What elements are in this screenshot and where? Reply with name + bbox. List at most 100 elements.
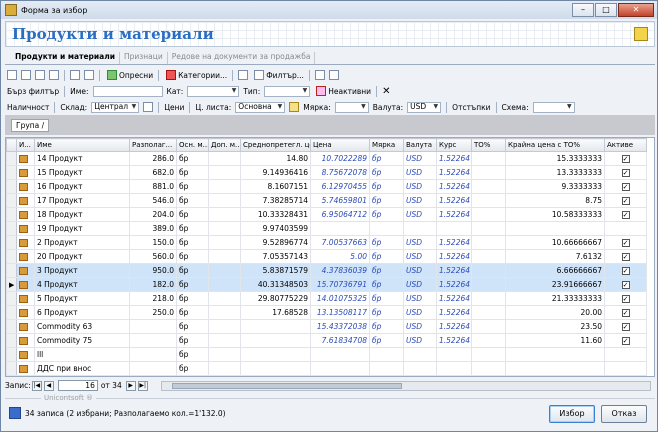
export-icon[interactable] bbox=[328, 70, 339, 80]
active-checkbox[interactable]: ✓ bbox=[621, 211, 630, 219]
active-checkbox[interactable]: ✓ bbox=[621, 309, 630, 317]
table-row[interactable]: Commodity 75 бр 7.61834708 бр USD 1.52264 11.6… bbox=[6, 333, 647, 348]
currency-cell bbox=[403, 347, 437, 362]
column-header[interactable]: ТО% bbox=[471, 138, 506, 152]
record-number-input[interactable]: 16 bbox=[57, 380, 98, 391]
column-header[interactable]: Среднопретегл. цена bbox=[240, 138, 311, 152]
table-row[interactable]: lll бр bbox=[6, 347, 647, 362]
column-header[interactable]: Осн. м... bbox=[176, 138, 209, 152]
prev-record-button[interactable]: ◀ bbox=[43, 380, 54, 391]
open-icon[interactable] bbox=[21, 70, 31, 80]
scrollbar-thumb[interactable] bbox=[172, 383, 402, 389]
row-icon-cell bbox=[16, 193, 35, 208]
table-row[interactable]: 19 Продукт 389.0 бр 9.97403599 bbox=[6, 221, 647, 236]
toolbar-separator bbox=[158, 101, 160, 113]
column-header[interactable]: Валута bbox=[403, 138, 437, 152]
active-checkbox[interactable]: ✓ bbox=[621, 239, 630, 247]
refresh-button[interactable]: Опресни bbox=[105, 70, 153, 80]
rate-cell bbox=[436, 361, 472, 376]
erase-icon[interactable] bbox=[49, 70, 59, 80]
first-record-button[interactable]: |◀ bbox=[31, 380, 42, 391]
table-row[interactable]: 15 Продукт 682.0 бр 9.14936416 8.75672078 бр U… bbox=[6, 165, 647, 180]
measure-select[interactable]: ▼ bbox=[334, 101, 369, 113]
active-checkbox[interactable]: ✓ bbox=[621, 281, 630, 289]
column-header[interactable]: Курс bbox=[436, 138, 472, 152]
category-select[interactable]: ▼ bbox=[187, 85, 240, 97]
column-header[interactable]: Име bbox=[34, 138, 130, 152]
group-panel[interactable]: Група / bbox=[5, 115, 655, 135]
print-icon[interactable] bbox=[70, 70, 80, 80]
next-record-button[interactable]: ▶ bbox=[125, 380, 136, 391]
table-row[interactable]: 18 Продукт 204.0 бр 10.33328431 6.95064712 бр… bbox=[6, 207, 647, 222]
row-indicator bbox=[6, 291, 17, 306]
products-grid[interactable]: И... Име Разполаг... Осн. м... Доп. м...… bbox=[5, 137, 655, 377]
active-cell: ✓ bbox=[604, 193, 647, 208]
warehouse-settings-icon[interactable] bbox=[143, 102, 154, 112]
active-checkbox[interactable]: ✓ bbox=[621, 337, 630, 345]
active-checkbox[interactable]: ✓ bbox=[621, 155, 630, 163]
inactive-toggle[interactable]: Неактивни bbox=[314, 86, 371, 96]
table-row[interactable]: 16 Продукт 881.0 бр 8.1607151 6.12970455 бр US… bbox=[6, 179, 647, 194]
filter-button[interactable]: Филтър... bbox=[252, 70, 304, 80]
print-preview-icon[interactable] bbox=[84, 70, 94, 80]
column-header[interactable]: Цена bbox=[310, 138, 370, 152]
scheme-select[interactable]: ▼ bbox=[532, 101, 575, 113]
select-button[interactable]: Избор bbox=[549, 405, 595, 423]
new-icon[interactable] bbox=[7, 70, 17, 80]
last-record-button[interactable]: ▶| bbox=[137, 380, 148, 391]
form-icon[interactable] bbox=[634, 27, 648, 41]
price-cell bbox=[310, 221, 370, 236]
horizontal-scrollbar[interactable] bbox=[161, 381, 651, 391]
columns-icon[interactable] bbox=[314, 70, 325, 80]
cancel-button[interactable]: Отказ bbox=[601, 405, 647, 423]
price-cell: 8.75672078 bbox=[310, 165, 370, 180]
active-checkbox[interactable]: ✓ bbox=[621, 197, 630, 205]
minimize-button[interactable]: – bbox=[572, 3, 594, 17]
table-row[interactable]: 17 Продукт 546.0 бр 7.38285714 5.74659801 бр U… bbox=[6, 193, 647, 208]
active-checkbox[interactable]: ✓ bbox=[621, 183, 630, 191]
pricelist-select[interactable]: Основна ▼ bbox=[235, 101, 286, 113]
active-checkbox[interactable]: ✓ bbox=[621, 169, 630, 177]
type-select[interactable]: ▼ bbox=[264, 85, 311, 97]
column-header[interactable]: Доп. м... bbox=[208, 138, 241, 152]
table-row[interactable]: 6 Продукт 250.0 бр 17.68528 13.13508117 бр USD… bbox=[6, 305, 647, 320]
table-row[interactable]: 3 Продукт 950.0 бр 5.83871579 4.37836039 бр US… bbox=[6, 263, 647, 278]
active-checkbox[interactable]: ✓ bbox=[621, 323, 630, 331]
column-header[interactable]: И... bbox=[16, 138, 35, 152]
table-row[interactable]: ДДС при внос бр bbox=[6, 361, 647, 376]
lightbulb-icon[interactable] bbox=[289, 102, 300, 112]
maximize-button[interactable]: □ bbox=[595, 3, 617, 17]
table-row[interactable]: 14 Продукт 286.0 бр 14.80 10.7022289 бр USD 1.5… bbox=[6, 151, 647, 166]
name-input[interactable] bbox=[92, 85, 163, 97]
row-icon-cell bbox=[16, 319, 35, 334]
available-cell bbox=[129, 361, 177, 376]
column-header[interactable]: Мярка bbox=[369, 138, 404, 152]
copy-icon[interactable] bbox=[35, 70, 45, 80]
title-bar[interactable]: Форма за избор – □ ✕ bbox=[1, 1, 657, 19]
column-header[interactable]: Разполаг... bbox=[129, 138, 177, 152]
categories-button[interactable]: Категории... bbox=[164, 70, 227, 80]
tab-products[interactable]: Продукти и материали bbox=[11, 52, 120, 64]
active-checkbox[interactable]: ✓ bbox=[621, 267, 630, 275]
rate-cell: 1.52264 bbox=[436, 207, 472, 222]
clear-filter-icon[interactable]: ✕ bbox=[382, 86, 390, 97]
warehouse-select[interactable]: Централ ▼ bbox=[91, 101, 140, 113]
tab-attributes[interactable]: Признаци bbox=[120, 52, 168, 64]
table-row[interactable]: ▶ 4 Продукт 182.0 бр 40.31348503 15.70736791 б… bbox=[6, 277, 647, 292]
table-row[interactable]: 5 Продукт 218.0 бр 29.80775229 14.01075325 бр… bbox=[6, 291, 647, 306]
final-price-cell: 10.58333333 bbox=[505, 207, 605, 222]
tab-sales-rows[interactable]: Редове на документи за продажба bbox=[168, 52, 316, 64]
active-checkbox[interactable]: ✓ bbox=[621, 295, 630, 303]
grid-icon[interactable] bbox=[238, 70, 249, 80]
column-header[interactable]: Активе bbox=[604, 138, 647, 152]
active-checkbox[interactable]: ✓ bbox=[621, 253, 630, 261]
currency-select[interactable]: USD ▼ bbox=[407, 101, 442, 113]
column-header[interactable]: Крайна цена с ТО% bbox=[505, 138, 605, 152]
table-row[interactable]: бр bbox=[6, 375, 647, 376]
table-row[interactable]: 2 Продукт 150.0 бр 9.52896774 7.00537663 бр US… bbox=[6, 235, 647, 250]
table-row[interactable]: Commodity 63 бр 15.43372038 бр USD 1.52264 23.… bbox=[6, 319, 647, 334]
close-button[interactable]: ✕ bbox=[618, 3, 654, 17]
name-label: Име: bbox=[70, 86, 89, 96]
group-chip[interactable]: Група / bbox=[11, 119, 50, 132]
table-row[interactable]: 20 Продукт 560.0 бр 7.05357143 5.00 бр USD 1.52… bbox=[6, 249, 647, 264]
